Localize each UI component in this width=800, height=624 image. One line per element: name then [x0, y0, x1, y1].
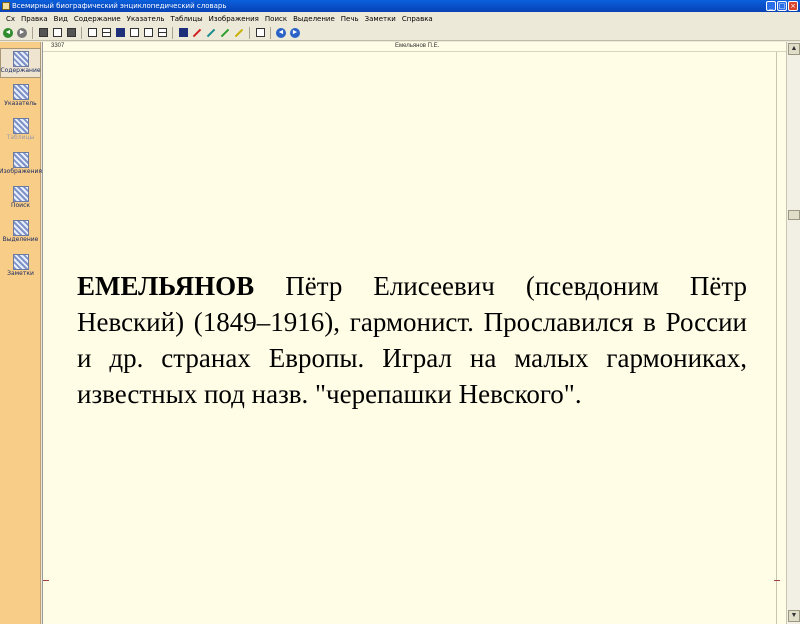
copy-button[interactable] [37, 27, 49, 39]
bookmark-button[interactable] [254, 27, 266, 39]
columns-icon [157, 28, 167, 37]
window-icon [129, 28, 139, 37]
highlight-icon [12, 220, 29, 236]
copy-icon [38, 28, 48, 37]
red-pen-button[interactable] [191, 27, 203, 39]
menu-item-print[interactable]: Печь [341, 15, 359, 23]
toolbar-separator [32, 26, 33, 39]
menu-item-file[interactable]: Сх [6, 15, 15, 23]
page-end-mark [43, 580, 49, 581]
sidebar-item-label: Содержание [0, 67, 41, 74]
menu-bar: Сх Правка Вид Содержание Указатель Табли… [0, 12, 800, 25]
menu-item-help[interactable]: Справка [402, 15, 433, 23]
layout-columns-button[interactable] [156, 27, 168, 39]
menu-item-index[interactable]: Указатель [127, 15, 165, 23]
red-pen-icon [192, 28, 202, 37]
scissors-icon [52, 28, 62, 37]
menu-item-notes[interactable]: Заметки [365, 15, 396, 23]
contents-icon [12, 51, 29, 67]
forward-arrow-icon: ► [17, 27, 27, 38]
window-title: Всемирный биографический энциклопедическ… [12, 2, 227, 10]
article-text: ЕМЕЛЬЯНОВ Пётр Елисеевич (псевдоним Пётр… [77, 268, 747, 412]
scroll-down-button[interactable]: ▼ [788, 610, 800, 622]
previous-article-button[interactable]: ◄ [275, 27, 287, 39]
menu-item-images[interactable]: Изображения [209, 15, 259, 23]
forward-button[interactable]: ► [16, 27, 28, 39]
toolbar: ◄ ► ◄ ► [0, 25, 800, 41]
bookmark-icon [255, 28, 265, 37]
page-header: 3307 Емельянов П.Е. [43, 42, 787, 52]
images-icon [12, 152, 29, 168]
back-button[interactable]: ◄ [2, 27, 14, 39]
close-button[interactable]: × [788, 1, 798, 11]
minimize-button[interactable]: _ [766, 1, 776, 11]
scroll-thumb[interactable] [788, 210, 800, 220]
teal-pen-icon [206, 28, 216, 37]
document-page: 3307 Емельянов П.Е. ЕМЕЛЬЯНОВ Пётр Елисе… [42, 42, 787, 624]
sidebar-item-label: Таблицы [6, 134, 35, 141]
sidebar-item-tables[interactable]: Таблицы [0, 116, 41, 146]
sidebar-item-highlight[interactable]: Выделение [0, 218, 41, 248]
article-headword: ЕМЕЛЬЯНОВ [77, 271, 255, 301]
cut-button[interactable] [51, 27, 63, 39]
layout-full-button[interactable] [114, 27, 126, 39]
notes-icon [12, 254, 29, 270]
green-pen-icon [220, 28, 230, 37]
search-icon [12, 186, 29, 202]
color-button[interactable] [177, 27, 189, 39]
toolbar-separator [249, 26, 250, 39]
index-icon [12, 84, 29, 100]
menu-item-edit[interactable]: Правка [21, 15, 48, 23]
menu-item-contents[interactable]: Содержание [74, 15, 121, 23]
margin-rule [776, 52, 777, 624]
page-number: 3307 [51, 43, 65, 49]
scroll-up-button[interactable]: ▲ [788, 43, 800, 55]
layout-split-button[interactable] [100, 27, 112, 39]
menu-item-view[interactable]: Вид [54, 15, 68, 23]
layout-window-button[interactable] [128, 27, 140, 39]
teal-pen-button[interactable] [205, 27, 217, 39]
vertical-scrollbar[interactable]: ▲ ▼ [786, 42, 800, 624]
toolbar-separator [172, 26, 173, 39]
sidebar: Содержание Указатель Таблицы Изображения… [0, 42, 43, 624]
sidebar-item-label: Выделение [2, 236, 39, 243]
yellow-pen-icon [234, 28, 244, 37]
page-icon [87, 28, 97, 37]
maximize-button[interactable]: □ [777, 1, 787, 11]
previous-arrow-icon: ◄ [276, 27, 286, 38]
green-pen-button[interactable] [219, 27, 231, 39]
sidebar-item-search[interactable]: Поиск [0, 184, 41, 214]
layout-full-icon [115, 28, 125, 37]
back-arrow-icon: ◄ [3, 27, 13, 38]
sidebar-item-contents[interactable]: Содержание [0, 48, 41, 78]
toolbar-separator [270, 26, 271, 39]
menu-item-highlight[interactable]: Выделение [293, 15, 335, 23]
page-end-mark [774, 580, 780, 581]
frame-icon [143, 28, 153, 37]
paste-icon [66, 28, 76, 37]
app-icon [2, 2, 10, 10]
paste-button[interactable] [65, 27, 77, 39]
sidebar-item-label: Поиск [10, 202, 30, 209]
running-header: Емельянов П.Е. [395, 43, 440, 49]
next-arrow-icon: ► [290, 27, 300, 38]
sidebar-item-index[interactable]: Указатель [0, 82, 41, 112]
next-article-button[interactable]: ► [289, 27, 301, 39]
toolbar-separator [81, 26, 82, 39]
sidebar-item-label: Изображения [0, 168, 43, 175]
layout-split-icon [101, 28, 111, 37]
sidebar-item-label: Указатель [4, 100, 37, 107]
tables-icon [12, 118, 29, 134]
page-view-button[interactable] [86, 27, 98, 39]
sidebar-item-notes[interactable]: Заметки [0, 252, 41, 282]
window-controls: _ □ × [766, 1, 798, 11]
title-bar: Всемирный биографический энциклопедическ… [0, 0, 800, 12]
menu-item-tables[interactable]: Таблицы [170, 15, 202, 23]
sidebar-item-label: Заметки [7, 270, 34, 277]
sidebar-item-images[interactable]: Изображения [0, 150, 43, 180]
color-swatch-icon [178, 28, 188, 37]
menu-item-search[interactable]: Поиск [265, 15, 287, 23]
layout-frame-button[interactable] [142, 27, 154, 39]
yellow-pen-button[interactable] [233, 27, 245, 39]
